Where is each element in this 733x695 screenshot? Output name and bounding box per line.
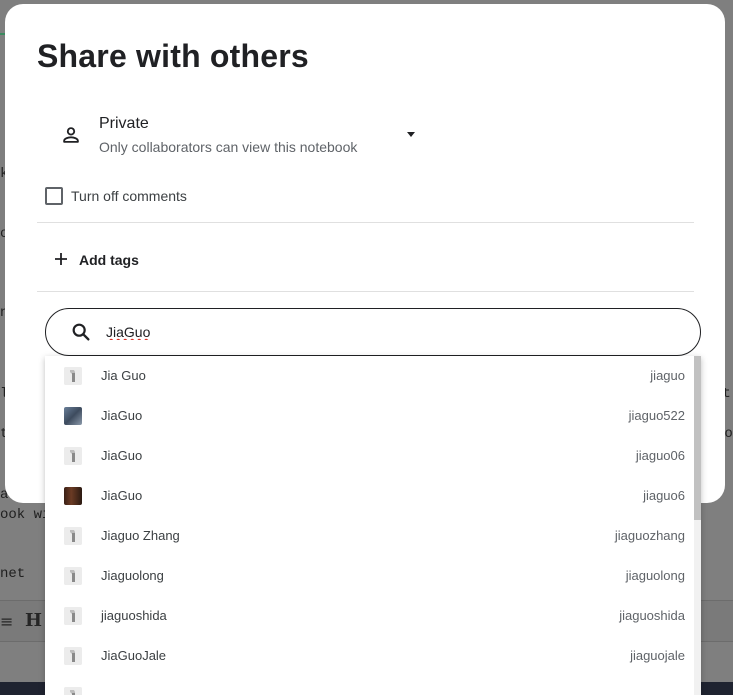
plus-icon [55,253,67,265]
result-name: JiaGuo [101,448,143,463]
avatar [64,607,82,625]
search-icon [72,323,90,341]
avatar [64,647,82,665]
result-username: jiaguo522 [628,408,685,423]
privacy-label: Private [99,115,149,132]
search-result-item[interactable]: JiaGuo jiaguo06 [45,436,695,476]
result-name: JiaGuoJale [101,648,167,663]
collaborator-search[interactable] [45,308,701,356]
avatar [64,687,82,695]
search-result-item[interactable]: Jia Guo jiaguo [45,356,695,396]
search-result-item[interactable]: Jiaguo Zhang jiaguozhang [45,516,695,556]
avatar [64,527,82,545]
dropdown-arrow-icon [407,132,415,137]
divider [37,222,694,223]
privacy-select[interactable]: Private Only collaborators can view this… [55,112,425,160]
search-result-item[interactable]: Jiaguolong jiaguolong [45,556,695,596]
avatar [64,487,82,505]
dialog-title: Share with others [37,38,309,74]
scrollbar-thumb[interactable] [694,356,701,520]
add-tags-button[interactable]: Add tags [49,244,159,278]
turn-off-comments-label: Turn off comments [71,188,187,204]
result-name: jiaguoshida [101,608,167,623]
result-username: jiaguoshida [619,608,685,623]
search-result-item[interactable]: JiaGuoJale jiaguojale [45,636,695,676]
background-text: net [0,566,26,582]
result-username: jiaguojale [630,648,685,663]
result-name: Jiaguolong [101,568,164,583]
avatar [64,367,82,385]
result-name: JiaGuo [101,408,143,423]
avatar [64,567,82,585]
result-username: jiaguo6 [643,488,685,503]
result-username: jiaguozhang [614,528,685,543]
background-text: ook wi [0,507,51,523]
search-results-list: Jia Guo jiaguo JiaGuo jiaguo522 JiaGuo jiaguo… [45,356,701,695]
search-result-item[interactable] [45,676,695,695]
search-result-item[interactable]: jiaguoshida jiaguoshida [45,596,695,636]
result-username: jiaguolong [625,568,685,583]
search-result-item[interactable]: JiaGuo jiaguo522 [45,396,695,436]
heading-icon: H [25,610,43,631]
divider [37,291,694,292]
result-name: Jiaguo Zhang [101,528,180,543]
search-input[interactable] [106,321,666,343]
results-scrollbar[interactable] [694,356,701,695]
avatar [64,407,82,425]
result-name: Jia Guo [101,368,146,383]
result-username: jiaguo06 [635,448,685,463]
turn-off-comments-checkbox[interactable] [45,187,63,205]
person-icon [63,127,79,143]
avatar [64,447,82,465]
add-tags-label: Add tags [79,252,139,268]
result-name: JiaGuo [101,488,143,503]
list-icon: ≡ [0,612,14,631]
search-result-item[interactable]: JiaGuo jiaguo6 [45,476,695,516]
privacy-description: Only collaborators can view this noteboo… [99,139,358,155]
result-username: jiaguo [650,368,685,383]
